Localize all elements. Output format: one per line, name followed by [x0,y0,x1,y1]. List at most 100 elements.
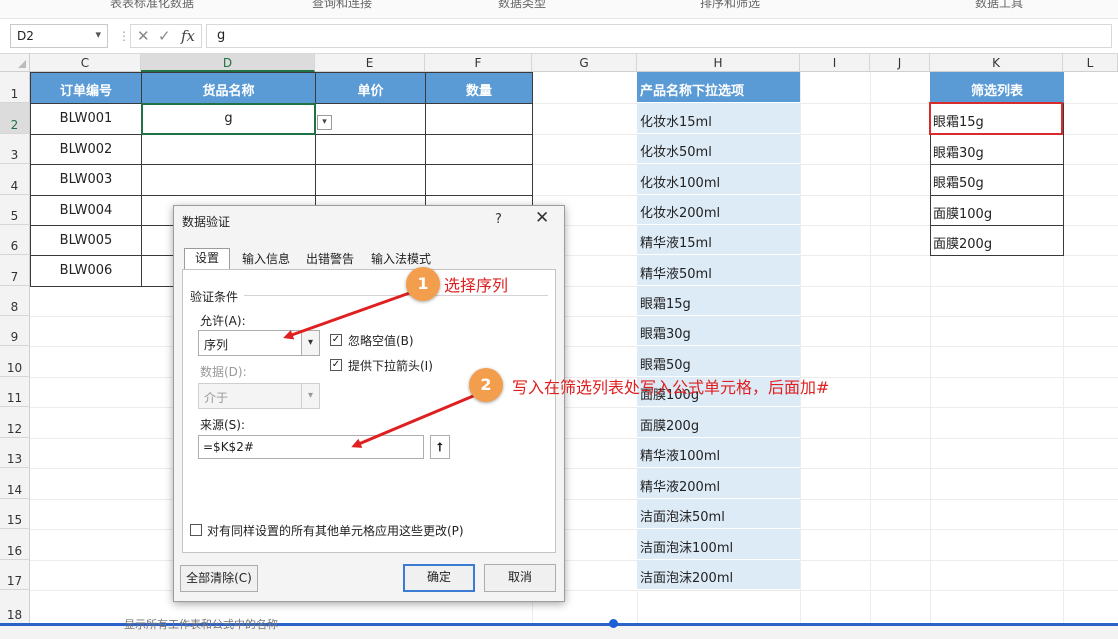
product-list-item[interactable]: 眼霜15g [637,286,800,316]
filter-list-header[interactable]: 筛选列表 [930,72,1064,104]
product-list-item[interactable]: 精华液100ml [637,438,800,468]
status-strip: 显示所有工作表和公式中的名称 [0,618,1118,639]
column-header-h[interactable]: H [637,54,800,72]
formula-input[interactable]: g [206,24,1112,48]
table-header-order-id[interactable]: 订单编号 [30,72,142,104]
product-list-item[interactable]: 洁面泡沫50ml [637,499,800,529]
source-input[interactable]: =$K$2# [198,435,424,459]
cell-dropdown-button[interactable]: ▾ [317,115,332,130]
table-cell[interactable] [425,103,533,135]
column-header-i[interactable]: I [800,54,870,72]
allow-select[interactable]: 序列 ▾ [198,330,320,356]
formula-bar: D2 ▾ ⋮ ✕ ✓ fx g [0,19,1118,54]
ignore-blank-checkbox[interactable]: ✓ [330,334,342,346]
close-icon[interactable]: ✕ [535,208,549,228]
filter-list-item[interactable]: 面膜200g [930,225,1064,256]
filter-list-item[interactable]: 眼霜30g [930,134,1064,165]
table-cell-order-id[interactable]: BLW005 [30,225,142,256]
tab-settings[interactable]: 设置 [184,248,230,270]
row-header[interactable]: 17 [0,560,30,590]
column-header-g[interactable]: G [532,54,637,72]
row-header[interactable]: 16 [0,529,30,560]
select-all-corner[interactable] [0,54,30,72]
column-header-c[interactable]: C [30,54,141,72]
table-cell[interactable] [425,134,533,165]
cancel-button[interactable]: 取消 [484,564,556,592]
name-box[interactable]: D2 ▾ [10,24,108,48]
product-list-item[interactable]: 眼霜50g [637,346,800,377]
dropdown-checkbox[interactable]: ✓ [330,359,342,371]
row-header[interactable]: 13 [0,438,30,468]
ok-button[interactable]: 确定 [403,564,475,592]
row-header[interactable]: 2 [0,103,30,134]
apply-all-checkbox[interactable] [190,524,202,536]
product-list-item[interactable]: 化妆水15ml [637,103,800,134]
more-icon: ⋮ [118,29,130,43]
product-list-item[interactable]: 化妆水50ml [637,134,800,164]
row-header[interactable]: 14 [0,468,30,499]
tab-input-message[interactable]: 输入信息 [236,250,296,270]
row-header[interactable]: 3 [0,134,30,164]
clear-all-button[interactable]: 全部清除(C) [180,565,258,592]
product-list-item[interactable]: 洁面泡沫100ml [637,529,800,560]
help-icon[interactable]: ? [495,212,502,227]
cancel-icon[interactable]: ✕ [137,27,150,45]
table-cell[interactable] [141,164,316,196]
ribbon-group-label: 数据类型 [498,0,547,10]
table-cell-order-id[interactable]: BLW003 [30,164,142,196]
range-select-icon[interactable]: ⭡ [430,435,450,459]
chevron-down-icon[interactable]: ▾ [95,28,101,41]
table-header-quantity[interactable]: 数量 [425,72,533,104]
row-header[interactable]: 6 [0,225,30,255]
tab-error-alert[interactable]: 出错警告 [300,250,360,270]
product-list-item[interactable]: 化妆水200ml [637,195,800,225]
table-header-product-name[interactable]: 货品名称 [141,72,316,104]
active-cell-d2[interactable] [141,103,316,135]
product-list-item[interactable]: 精华液200ml [637,468,800,499]
row-header[interactable]: 4 [0,164,30,195]
row-header[interactable]: 18 [0,590,30,624]
step1-annotation: 选择序列 [444,276,509,295]
table-cell[interactable] [315,164,426,196]
table-cell-order-id[interactable]: BLW006 [30,255,142,287]
column-header-k[interactable]: K [930,54,1063,72]
row-header[interactable]: 8 [0,286,30,316]
product-list-item[interactable]: 洁面泡沫200ml [637,560,800,590]
table-cell-order-id[interactable]: BLW002 [30,134,142,165]
product-list-item[interactable]: 面膜200g [637,407,800,438]
row-header[interactable]: 15 [0,499,30,529]
row-header[interactable]: 10 [0,346,30,377]
product-list-item[interactable]: 眼霜30g [637,316,800,346]
product-list-item[interactable]: 化妆水100ml [637,164,800,195]
source-label: 来源(S): [200,418,246,432]
column-header-l[interactable]: L [1063,54,1118,72]
confirm-icon[interactable]: ✓ [158,27,171,45]
column-header-d[interactable]: D [141,54,315,72]
dialog-title: 数据验证 [182,215,231,229]
chevron-down-icon[interactable]: ▾ [301,331,319,355]
row-header[interactable]: 1 [0,72,30,103]
row-header[interactable]: 12 [0,407,30,438]
table-cell-order-id[interactable]: BLW001 [30,103,142,135]
status-text: 显示所有工作表和公式中的名称 [124,618,278,631]
table-header-unit-price[interactable]: 单价 [315,72,426,104]
apply-all-label: 对有同样设置的所有其他单元格应用这些更改(P) [207,524,464,538]
scroll-handle[interactable] [609,619,618,628]
product-list-item[interactable]: 精华液50ml [637,255,800,286]
column-header-j[interactable]: J [870,54,930,72]
filter-list-item[interactable]: 眼霜50g [930,164,1064,196]
row-header[interactable]: 5 [0,195,30,225]
product-list-item[interactable]: 精华液15ml [637,225,800,255]
row-header[interactable]: 9 [0,316,30,346]
insert-function-icon[interactable]: fx [181,27,195,45]
row-header[interactable]: 7 [0,255,30,286]
table-cell[interactable] [141,134,316,165]
product-list-header[interactable]: 产品名称下拉选项 [637,72,800,103]
column-header-e[interactable]: E [315,54,425,72]
table-cell[interactable] [425,164,533,196]
table-cell[interactable] [315,134,426,165]
table-cell-order-id[interactable]: BLW004 [30,195,142,226]
filter-list-item[interactable]: 面膜100g [930,195,1064,226]
row-header[interactable]: 11 [0,377,30,407]
column-header-f[interactable]: F [425,54,532,72]
